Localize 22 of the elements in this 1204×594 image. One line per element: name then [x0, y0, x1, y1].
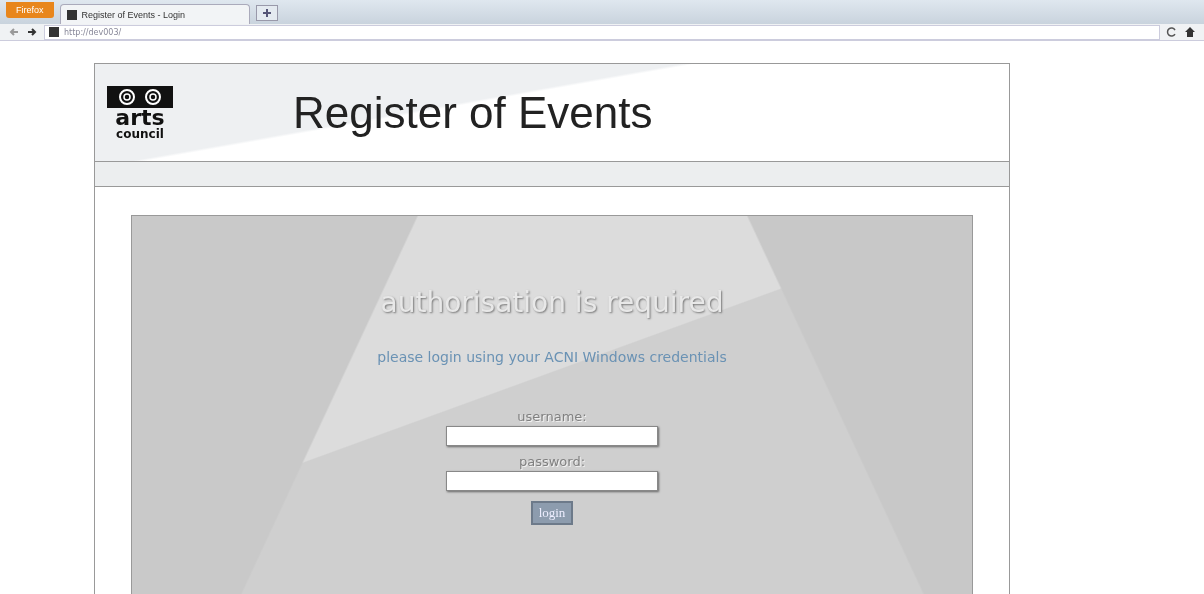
reload-icon[interactable] [1166, 26, 1178, 38]
forward-icon[interactable] [26, 26, 38, 38]
field-label: password: [518, 454, 586, 469]
browser-tab[interactable]: Register of Events - Login [59, 4, 250, 24]
field-label: username: [517, 409, 587, 424]
password-field[interactable] [446, 471, 658, 491]
logo-text: council [116, 127, 164, 140]
plus-icon [261, 8, 272, 18]
address-bar[interactable]: http://dev003/ [44, 24, 1160, 40]
login-button[interactable]: login [530, 501, 574, 525]
subheading: please login using your ACNI Windows credentials [377, 349, 727, 365]
page-title: Register of Events [293, 87, 653, 138]
new-tab-button[interactable] [255, 5, 278, 21]
favicon-icon [49, 27, 59, 37]
home-icon[interactable] [1184, 26, 1196, 38]
favicon-icon [66, 9, 77, 20]
logo-text: arts [115, 107, 165, 128]
heading: authorisation is required [380, 286, 724, 319]
firefox-menu-button[interactable]: Firefox [6, 2, 54, 18]
swirl-icon [107, 85, 173, 108]
back-icon[interactable] [8, 26, 20, 38]
username-field[interactable] [446, 426, 658, 446]
